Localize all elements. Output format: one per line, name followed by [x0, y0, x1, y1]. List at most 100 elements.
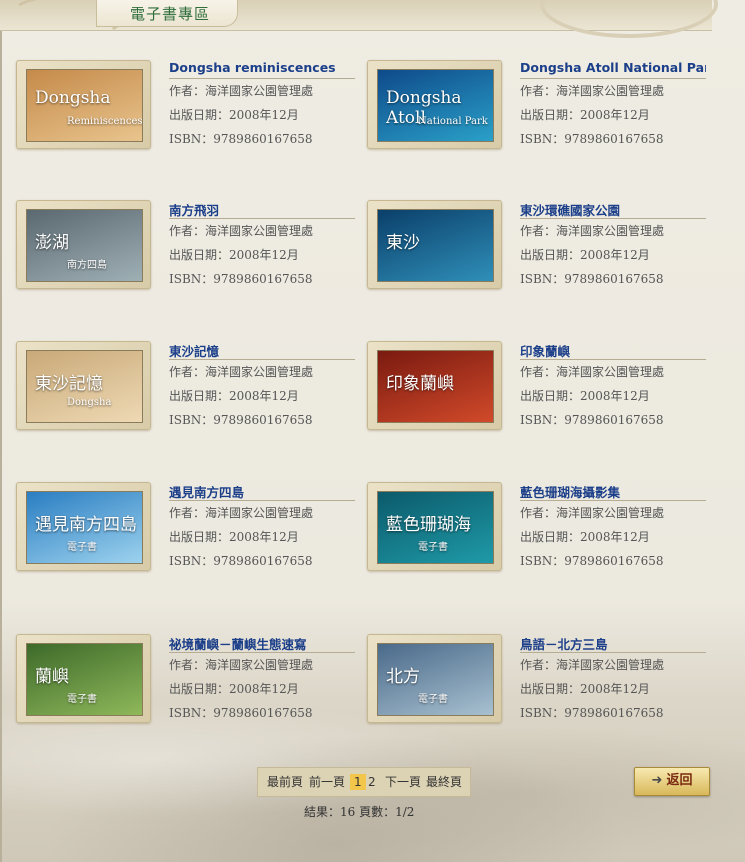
book-publish-date: 出版日期：2008年12月 [520, 108, 650, 122]
section-title: 電子書專區 [130, 5, 211, 23]
book-isbn: ISBN：9789860167658 [520, 706, 664, 720]
book-author: 作者：海洋國家公園管理處 [520, 658, 665, 672]
book-author: 作者：海洋國家公園管理處 [169, 84, 314, 98]
book-cover-image[interactable]: 北方電子書 [377, 643, 494, 716]
book-publish-date: 出版日期：2008年12月 [169, 108, 299, 122]
book-cover-frame[interactable]: 遇見南方四島電子書 [16, 482, 151, 571]
book-isbn: ISBN：9789860167658 [169, 272, 313, 286]
left-border [0, 0, 2, 862]
book-publish-date: 出版日期：2008年12月 [169, 682, 299, 696]
cover-text: 蘭嶼 [35, 667, 69, 687]
book-publish-date: 出版日期：2008年12月 [520, 389, 650, 403]
return-arrow-icon: ➜ [651, 773, 663, 788]
section-header: 電子書專區 [0, 0, 718, 40]
book-isbn: ISBN：9789860167658 [169, 132, 313, 146]
book-item: Dongsha Reminiscences Dongsha reminiscence… [16, 60, 361, 150]
book-item: Dongsha Atoll National Park Dongsha Atoll … [367, 60, 712, 150]
book-cover-image[interactable]: Dongsha Atoll National Park [377, 69, 494, 142]
book-cover-image[interactable]: 東沙記憶 Dongsha [26, 350, 143, 423]
book-publish-date: 出版日期：2008年12月 [169, 248, 299, 262]
book-cover-image[interactable]: 遇見南方四島電子書 [26, 491, 143, 564]
last-page-link[interactable]: 最終頁 [426, 768, 462, 796]
book-cover-frame[interactable]: Dongsha Atoll National Park [367, 60, 502, 149]
book-author: 作者：海洋國家公園管理處 [520, 84, 665, 98]
cover-text: Dongsha [35, 88, 111, 108]
book-item: 藍色珊瑚海電子書 藍色珊瑚海攝影集作者：海洋國家公園管理處 出版日期：2008年12… [367, 482, 712, 572]
cover-subtext: 電子書 [67, 542, 97, 553]
cover-subtext: 電子書 [418, 694, 448, 705]
book-item: 東沙 東沙環礁國家公園 作者：海洋國家公園管理處 出版日期：2008年12月 ISBN：… [367, 200, 712, 290]
book-cover-image[interactable]: 澎湖南方四島 [26, 209, 143, 282]
book-title-link[interactable]: 鳥語－北方三島 [520, 634, 706, 653]
book-cover-image[interactable]: 蘭嶼電子書 [26, 643, 143, 716]
cover-text: 藍色珊瑚海 [386, 515, 471, 535]
book-publish-date: 出版日期：2008年12月 [169, 389, 299, 403]
book-author: 作者：海洋國家公園管理處 [169, 506, 314, 520]
book-cover-frame[interactable]: 澎湖南方四島 [16, 200, 151, 289]
book-item: 遇見南方四島 電子書 遇見南方四島 作者：海洋國家公園管理處 出版日期：2008年12月… [16, 482, 361, 572]
cover-text: 印象蘭嶼 [386, 374, 454, 394]
next-page-link[interactable]: 下一頁 [385, 768, 421, 796]
book-author: 作者：海洋國家公園管理處 [169, 658, 314, 672]
book-item: 東沙記憶 Dongsha 東沙記憶 作者：海洋國家公園管理處 出版日期：2008年12月… [16, 341, 361, 431]
book-title-link[interactable]: 南方飛羽 [169, 200, 355, 219]
book-cover-image[interactable]: 東沙 [377, 209, 494, 282]
result-summary: 結果：16 頁數：1/2 [304, 805, 415, 819]
book-cover-frame[interactable]: 印象蘭嶼 [367, 341, 502, 430]
cover-subtext: Dongsha [67, 397, 112, 408]
page-1-current: 1 [350, 774, 366, 790]
book-cover-frame[interactable]: 北方電子書 [367, 634, 502, 723]
book-cover-frame[interactable]: 東沙記憶 Dongsha [16, 341, 151, 430]
book-title-link[interactable]: 祕境蘭嶼－蘭嶼生態速寫 [169, 634, 355, 653]
back-button[interactable]: ➜ 返回 [634, 767, 710, 796]
book-isbn: ISBN：9789860167658 [169, 706, 313, 720]
book-publish-date: 出版日期：2008年12月 [169, 530, 299, 544]
book-author: 作者：海洋國家公園管理處 [520, 506, 665, 520]
book-cover-frame[interactable]: Dongsha Reminiscences [16, 60, 151, 149]
book-cover-image[interactable]: 印象蘭嶼 [377, 350, 494, 423]
book-isbn: ISBN：9789860167658 [520, 413, 664, 427]
book-title-link[interactable]: 東沙環礁國家公園 [520, 200, 706, 219]
book-cover-frame[interactable]: 藍色珊瑚海電子書 [367, 482, 502, 571]
book-publish-date: 出版日期：2008年12月 [520, 248, 650, 262]
book-isbn: ISBN：9789860167658 [520, 132, 664, 146]
back-button-label: 返回 [666, 773, 693, 788]
book-cover-frame[interactable]: 蘭嶼電子書 [16, 634, 151, 723]
first-page-link[interactable]: 最前頁 [267, 768, 303, 796]
book-author: 作者：海洋國家公園管理處 [169, 365, 314, 379]
book-title-link[interactable]: 遇見南方四島 [169, 482, 355, 501]
book-cover-image[interactable]: 藍色珊瑚海電子書 [377, 491, 494, 564]
book-title-link[interactable]: 藍色珊瑚海攝影集 [520, 482, 706, 501]
page-2-link[interactable]: 2 [368, 768, 376, 796]
book-isbn: ISBN：9789860167658 [169, 413, 313, 427]
cover-subtext: National Park [418, 116, 488, 127]
cover-subtext: 電子書 [67, 694, 97, 705]
book-item: 澎湖南方四島 南方飛羽作者：海洋國家公園管理處 出版日期：2008年12月 ISBN：… [16, 200, 361, 290]
book-item: 印象蘭嶼 印象蘭嶼 作者：海洋國家公園管理處 出版日期：2008年12月 ISBN：97… [367, 341, 712, 431]
cover-text: 北方 [386, 667, 420, 687]
book-title-link[interactable]: Dongsha Atoll National Park [520, 60, 706, 79]
book-publish-date: 出版日期：2008年12月 [520, 682, 650, 696]
book-isbn: ISBN：9789860167658 [520, 272, 664, 286]
prev-page-link[interactable]: 前一頁 [309, 768, 345, 796]
book-item: 蘭嶼電子書 祕境蘭嶼－蘭嶼生態速寫作者：海洋國家公園管理處 出版日期：2008年12… [16, 634, 361, 724]
book-item: 北方電子書 鳥語－北方三島作者：海洋國家公園管理處 出版日期：2008年12月 ISB… [367, 634, 712, 724]
cover-text: 東沙記憶 [35, 374, 103, 394]
book-isbn: ISBN：9789860167658 [169, 554, 313, 568]
cover-subtext: 電子書 [418, 542, 448, 553]
cover-text: 東沙 [386, 233, 420, 253]
book-cover-image[interactable]: Dongsha Reminiscences [26, 69, 143, 142]
book-title-link[interactable]: 印象蘭嶼 [520, 341, 706, 360]
book-publish-date: 出版日期：2008年12月 [520, 530, 650, 544]
book-author: 作者：海洋國家公園管理處 [520, 365, 665, 379]
book-author: 作者：海洋國家公園管理處 [169, 224, 314, 238]
cover-text: 遇見南方四島 [35, 515, 137, 535]
cover-text: 澎湖 [35, 233, 69, 253]
cover-subtext: Reminiscences [67, 116, 143, 127]
cover-subtext: 南方四島 [67, 260, 107, 271]
book-cover-frame[interactable]: 東沙 [367, 200, 502, 289]
book-title-link[interactable]: Dongsha reminiscences [169, 60, 355, 79]
book-isbn: ISBN：9789860167658 [520, 554, 664, 568]
pagination: 最前頁 前一頁 1 2 下一頁 最終頁 [257, 767, 471, 797]
book-title-link[interactable]: 東沙記憶 [169, 341, 355, 360]
